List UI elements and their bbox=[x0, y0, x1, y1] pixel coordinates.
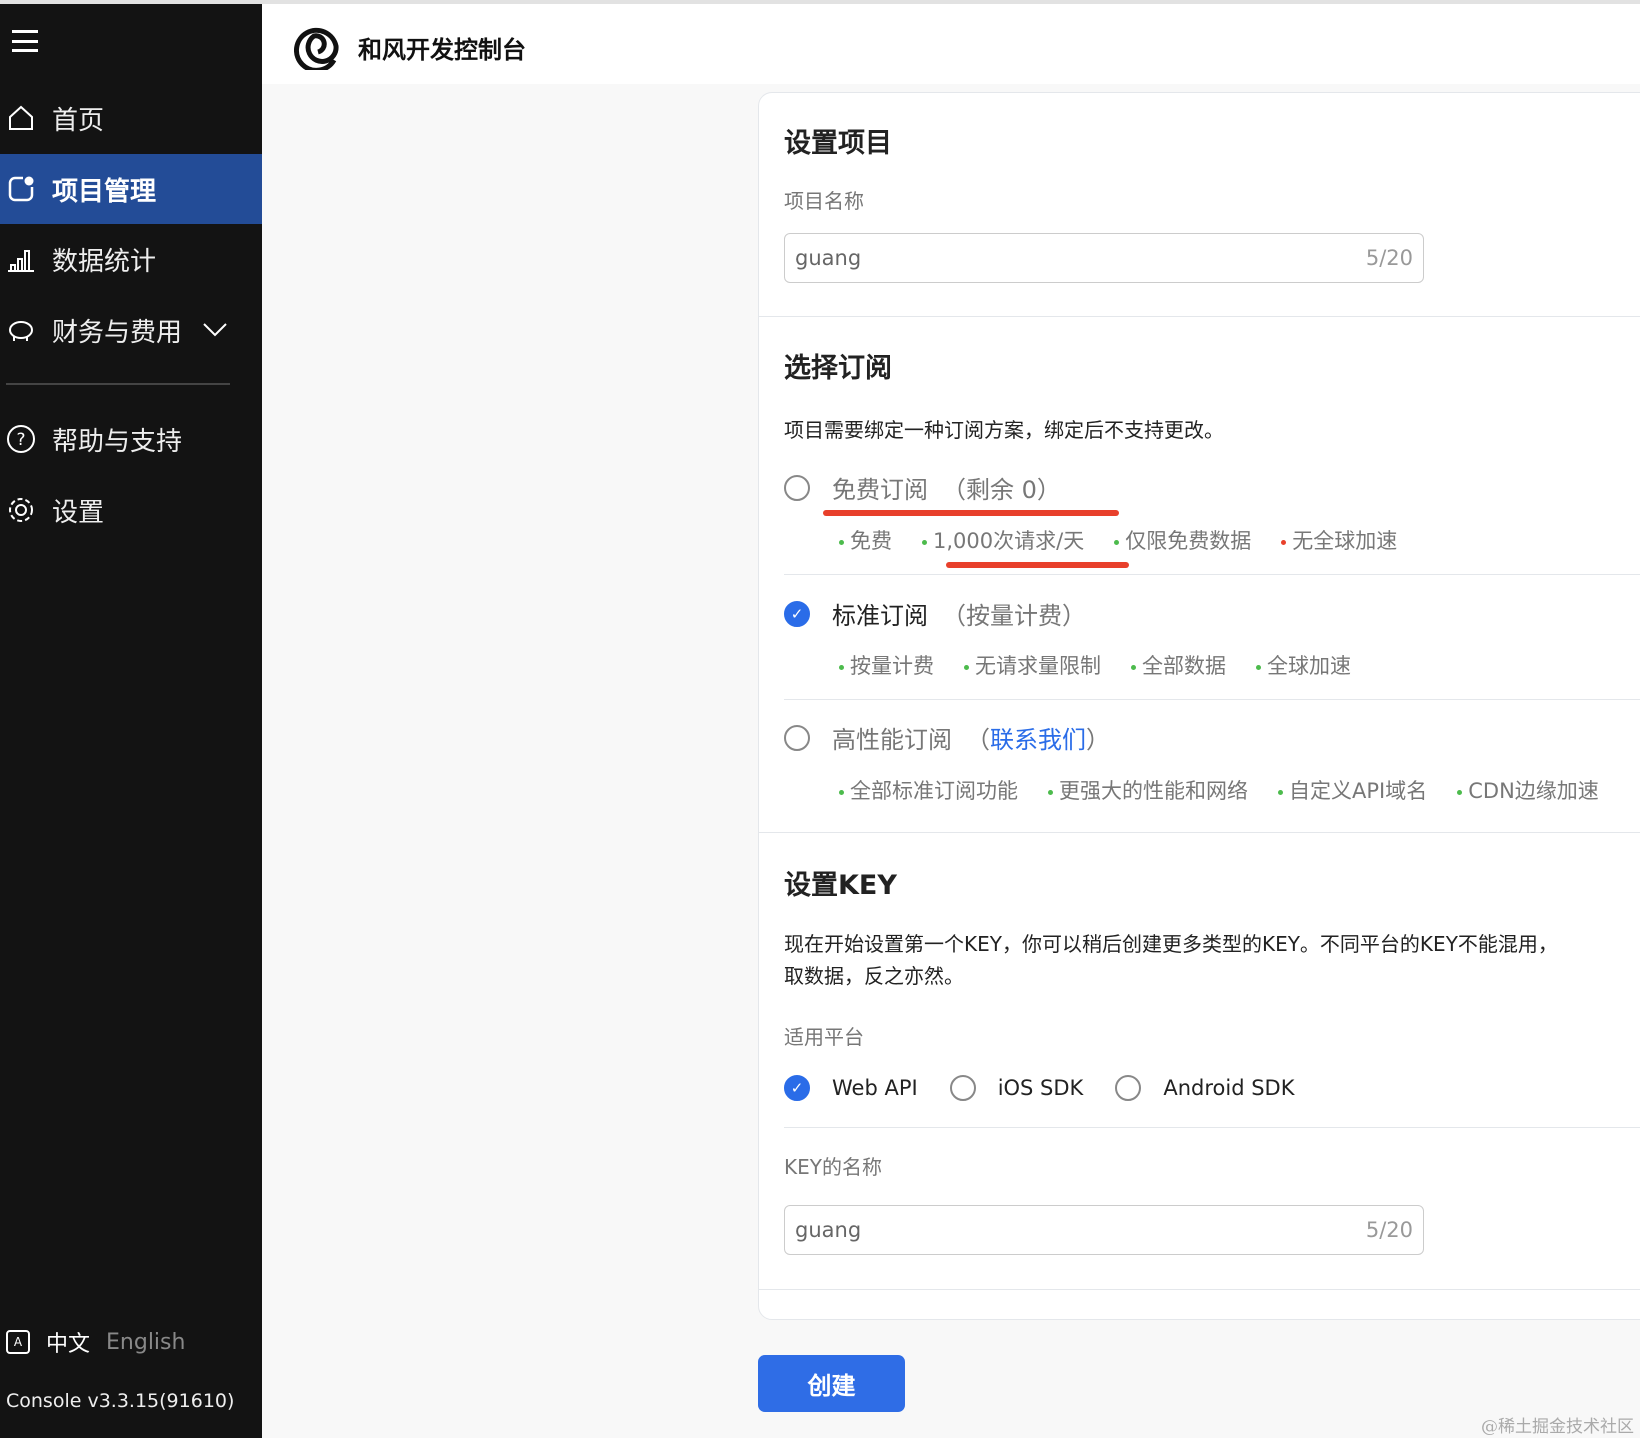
key-name-label: KEY的名称 bbox=[784, 1155, 882, 1179]
feature: CDN边缘加速 bbox=[1457, 775, 1599, 805]
logo-icon[interactable] bbox=[294, 24, 340, 74]
contact-us-link[interactable]: 联系我们 bbox=[990, 720, 1086, 755]
red-underline-annotation bbox=[823, 510, 1119, 516]
platform-web-api[interactable]: Web API bbox=[832, 1076, 918, 1100]
piggy-bank-icon bbox=[6, 315, 36, 345]
feature: 全球加速 bbox=[1256, 650, 1351, 680]
feature: 无请求量限制 bbox=[964, 650, 1101, 680]
platform-radio-group: ✓ Web API iOS SDK Android SDK bbox=[784, 1075, 1294, 1101]
radio-circle[interactable] bbox=[1115, 1075, 1142, 1101]
menu-icon[interactable] bbox=[12, 30, 38, 52]
red-underline-annotation bbox=[946, 562, 1129, 568]
sidebar-item-label: 设置 bbox=[52, 497, 105, 528]
platform-ios-sdk[interactable]: iOS SDK bbox=[998, 1076, 1084, 1100]
option-name: 免费订阅 bbox=[832, 476, 928, 504]
chevron-down-icon[interactable] bbox=[202, 315, 228, 345]
feature: 自定义API域名 bbox=[1278, 775, 1427, 805]
sidebar-item-label: 财务与费用 bbox=[52, 317, 183, 348]
radio-performance-subscription[interactable]: 高性能订阅 （联系我们） bbox=[784, 720, 1110, 755]
bar-chart-icon bbox=[6, 244, 36, 274]
section-title-project: 设置项目 bbox=[784, 128, 892, 159]
sidebar-item-label: 首页 bbox=[52, 105, 105, 136]
platform-android-sdk[interactable]: Android SDK bbox=[1163, 1076, 1294, 1100]
radio-circle[interactable] bbox=[784, 474, 810, 501]
feature: 全部数据 bbox=[1131, 650, 1226, 680]
radio-free-subscription[interactable]: 免费订阅 （剩余 0） bbox=[784, 470, 1061, 505]
sidebar-item-home[interactable]: 首页 bbox=[0, 83, 262, 153]
feature: 1,000次请求/天 bbox=[922, 525, 1084, 555]
feature: 全部标准订阅功能 bbox=[839, 775, 1018, 805]
option-name: 标准订阅 bbox=[832, 602, 928, 630]
language-switcher: A 中文 English bbox=[6, 1326, 185, 1358]
watermark: @稀土掘金技术社区 bbox=[1481, 1417, 1634, 1437]
radio-checked-icon[interactable]: ✓ bbox=[784, 600, 810, 627]
sidebar-item-settings[interactable]: 设置 bbox=[0, 475, 262, 545]
sidebar: 首页 项目管理 数据统计 财务与费用 ? 帮助与支持 设置 A 中文 Engli… bbox=[0, 4, 262, 1438]
radio-standard-subscription[interactable]: ✓ 标准订阅 （按量计费） bbox=[784, 596, 1086, 631]
app-title: 和风开发控制台 bbox=[358, 36, 526, 64]
sidebar-divider bbox=[6, 383, 230, 385]
translate-icon: A bbox=[6, 1330, 30, 1354]
section-title-key: 设置KEY bbox=[784, 870, 897, 901]
lang-zh[interactable]: 中文 bbox=[46, 1326, 90, 1358]
platform-label: 适用平台 bbox=[784, 1025, 864, 1049]
svg-text:?: ? bbox=[16, 430, 25, 450]
sidebar-item-label: 数据统计 bbox=[52, 246, 157, 277]
feature: 仅限免费数据 bbox=[1114, 525, 1251, 555]
paren: （ bbox=[966, 726, 990, 754]
home-icon bbox=[6, 103, 36, 133]
feature-list: 全部标准订阅功能 更强大的性能和网络 自定义API域名 CDN边缘加速 bbox=[839, 775, 1599, 805]
sidebar-item-projects[interactable]: 项目管理 bbox=[0, 154, 262, 224]
project-name-input[interactable]: guang 5/20 bbox=[784, 233, 1424, 283]
feature-list: 按量计费 无请求量限制 全部数据 全球加速 bbox=[839, 650, 1351, 680]
create-button[interactable]: 创建 bbox=[758, 1355, 905, 1412]
version-text: Console v3.3.15(91610) bbox=[6, 1390, 235, 1412]
feature-list: 免费 1,000次请求/天 仅限免费数据 无全球加速 bbox=[839, 525, 1397, 555]
feature: 免费 bbox=[839, 525, 892, 555]
create-project-card: 设置项目 项目名称 guang 5/20 选择订阅 项目需要绑定一种订阅方案，绑定… bbox=[758, 92, 1640, 1320]
key-desc-line2: 取数据，反之亦然。 bbox=[784, 964, 964, 988]
divider bbox=[784, 1127, 1640, 1128]
radio-circle[interactable] bbox=[784, 724, 810, 751]
input-value: guang bbox=[795, 246, 862, 270]
feature: 按量计费 bbox=[839, 650, 934, 680]
help-icon: ? bbox=[6, 424, 36, 454]
section-title-subscription: 选择订阅 bbox=[784, 353, 892, 384]
paren: ） bbox=[1036, 476, 1061, 504]
paren: （ bbox=[942, 602, 966, 630]
project-name-label: 项目名称 bbox=[784, 189, 864, 213]
paren: （ bbox=[942, 476, 966, 504]
sidebar-item-help[interactable]: ? 帮助与支持 bbox=[0, 404, 262, 474]
divider bbox=[784, 699, 1640, 700]
sidebar-item-stats[interactable]: 数据统计 bbox=[0, 224, 262, 294]
input-value: guang bbox=[795, 1218, 862, 1242]
divider bbox=[759, 316, 1640, 317]
key-name-input[interactable]: guang 5/20 bbox=[784, 1205, 1424, 1255]
key-desc-line1: 现在开始设置第一个KEY，你可以稍后创建更多类型的KEY。不同平台的KEY不能混… bbox=[784, 932, 1558, 956]
divider bbox=[759, 832, 1640, 833]
option-note: 剩余 0 bbox=[966, 476, 1037, 504]
paren: ） bbox=[1062, 602, 1086, 630]
subscription-desc: 项目需要绑定一种订阅方案，绑定后不支持更改。 bbox=[784, 418, 1224, 442]
feature: 更强大的性能和网络 bbox=[1048, 775, 1248, 805]
char-count: 5/20 bbox=[1365, 1218, 1413, 1242]
option-name: 高性能订阅 bbox=[832, 726, 952, 754]
divider bbox=[784, 574, 1640, 575]
paren: ） bbox=[1086, 726, 1110, 754]
lang-en[interactable]: English bbox=[106, 1330, 185, 1355]
header: 和风开发控制台 bbox=[262, 4, 1640, 84]
divider bbox=[759, 1289, 1640, 1290]
char-count: 5/20 bbox=[1365, 246, 1413, 270]
feature: 无全球加速 bbox=[1281, 525, 1397, 555]
radio-checked-icon[interactable]: ✓ bbox=[784, 1075, 810, 1101]
sidebar-item-finance[interactable]: 财务与费用 bbox=[0, 295, 262, 365]
project-icon bbox=[6, 174, 36, 204]
sidebar-item-label: 帮助与支持 bbox=[52, 426, 183, 457]
radio-circle[interactable] bbox=[949, 1075, 976, 1101]
gear-icon bbox=[6, 495, 36, 525]
sidebar-item-label: 项目管理 bbox=[52, 176, 157, 207]
option-note: 按量计费 bbox=[966, 602, 1062, 630]
